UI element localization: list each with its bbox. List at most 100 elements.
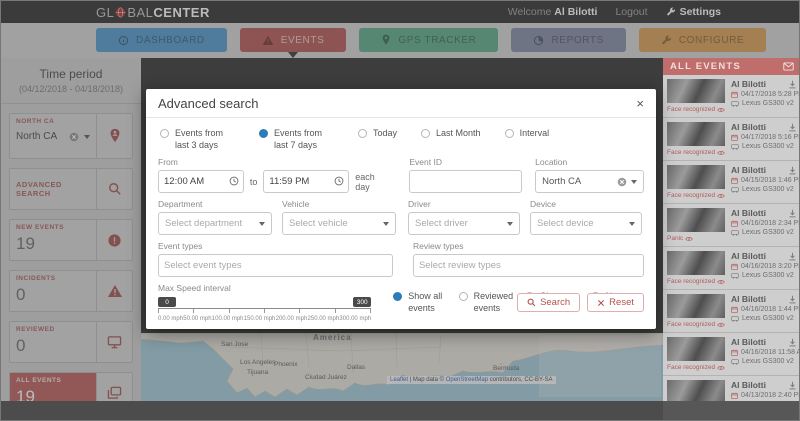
event-list-item[interactable]: Face recognized Al Bilotti 04/17/2018 5:… bbox=[663, 75, 800, 118]
event-id-input[interactable] bbox=[409, 170, 522, 193]
map-label-los-angeles: Los Angeles bbox=[240, 359, 275, 366]
osm-link[interactable]: OpenStreetMap bbox=[446, 377, 488, 383]
slider-max-handle[interactable]: 300 bbox=[353, 297, 371, 307]
time-to-input[interactable] bbox=[263, 170, 349, 193]
download-icon[interactable] bbox=[788, 295, 797, 304]
new-events-count: 19 bbox=[16, 234, 90, 254]
speed-slider[interactable]: 0 300 bbox=[158, 296, 371, 309]
cross-icon bbox=[597, 299, 605, 307]
sidebar-card-incidents[interactable]: INCIDENTS 0 bbox=[9, 270, 133, 312]
event-driver-name: Al Bilotti bbox=[731, 337, 787, 347]
each-day-label: each day bbox=[355, 172, 389, 192]
event-driver-name: Al Bilotti bbox=[731, 251, 787, 261]
reviewed-count: 0 bbox=[16, 336, 90, 356]
location-label: Location bbox=[535, 157, 644, 167]
clear-circle-icon[interactable] bbox=[69, 132, 79, 142]
download-icon[interactable] bbox=[788, 123, 797, 132]
event-list-item[interactable]: Face recognized Al Bilotti 04/17/2018 5:… bbox=[663, 118, 800, 161]
warning-triangle-icon bbox=[262, 35, 274, 46]
envelope-icon[interactable] bbox=[783, 62, 794, 71]
event-date: 04/16/2018 3:20 PM bbox=[741, 263, 800, 270]
review-types-input[interactable] bbox=[413, 254, 644, 277]
event-thumbnail[interactable] bbox=[667, 294, 725, 318]
event-driver-name: Al Bilotti bbox=[731, 294, 787, 304]
tab-gps-tracker[interactable]: GPS TRACKER bbox=[359, 28, 498, 52]
tab-configure[interactable]: CONFIGURE bbox=[639, 28, 766, 52]
close-icon[interactable]: × bbox=[636, 97, 644, 110]
vehicle-icon bbox=[731, 144, 739, 150]
eye-icon bbox=[717, 279, 725, 285]
app-window: GL BALCENTER Welcome Al Bilotti Logout S… bbox=[0, 0, 800, 421]
chevron-down-icon[interactable] bbox=[84, 135, 90, 139]
radio-events-last-3-days[interactable]: Events from last 3 days bbox=[160, 128, 235, 151]
location-select-value[interactable]: North CA bbox=[16, 131, 57, 142]
eye-icon bbox=[717, 322, 725, 328]
event-types-input[interactable] bbox=[158, 254, 393, 277]
eye-icon bbox=[717, 150, 725, 156]
download-icon[interactable] bbox=[788, 80, 797, 89]
chevron-down-icon bbox=[507, 222, 513, 226]
vehicle-icon bbox=[731, 273, 739, 279]
event-thumbnail[interactable] bbox=[667, 337, 725, 361]
logo-text-center: CENTER bbox=[153, 5, 209, 20]
download-icon[interactable] bbox=[788, 381, 797, 390]
radio-interval[interactable]: Interval bbox=[505, 128, 550, 151]
event-thumbnail[interactable] bbox=[667, 79, 725, 103]
event-list-item[interactable]: Face recognized Al Bilotti 04/16/2018 11… bbox=[663, 333, 800, 376]
sidebar-card-reviewed[interactable]: REVIEWED 0 bbox=[9, 321, 133, 363]
vehicle-icon bbox=[731, 101, 739, 107]
event-tag-label: Panic bbox=[667, 235, 683, 242]
driver-select[interactable]: Select driver bbox=[408, 212, 520, 235]
sidebar-card-advanced-search[interactable]: ADVANCED SEARCH bbox=[9, 168, 133, 210]
radio-last-month[interactable]: Last Month bbox=[421, 128, 481, 151]
department-select[interactable]: Select department bbox=[158, 212, 272, 235]
bottom-bar bbox=[1, 401, 800, 421]
calendar-icon bbox=[731, 392, 738, 399]
event-thumbnail[interactable] bbox=[667, 122, 725, 146]
settings-link[interactable]: Settings bbox=[666, 6, 721, 18]
map[interactable]: America San Jose Los Angeles Phoenix Tij… bbox=[141, 333, 663, 401]
tab-events[interactable]: EVENTS bbox=[240, 28, 347, 52]
event-list-item[interactable]: Face recognized Al Bilotti 04/13/2018 2:… bbox=[663, 376, 800, 401]
tab-reports[interactable]: REPORTS bbox=[511, 28, 625, 52]
download-icon[interactable] bbox=[788, 166, 797, 175]
event-list: Face recognized Al Bilotti 04/17/2018 5:… bbox=[663, 75, 800, 401]
event-thumbnail[interactable] bbox=[667, 251, 725, 275]
period-radio-group: Events from last 3 days Events from last… bbox=[160, 128, 644, 151]
reviewed-label: REVIEWED bbox=[16, 326, 90, 333]
vehicle-select[interactable]: Select vehicle bbox=[282, 212, 396, 235]
device-select[interactable]: Select device bbox=[530, 212, 642, 235]
search-button[interactable]: Search bbox=[517, 293, 580, 312]
event-thumbnail[interactable] bbox=[667, 208, 725, 232]
event-vehicle: Lexus GS300 v2 bbox=[742, 315, 794, 322]
download-icon[interactable] bbox=[788, 338, 797, 347]
sidebar-card-new-events[interactable]: NEW EVENTS 19 bbox=[9, 219, 133, 261]
sidebar-card-location[interactable]: NORTH CA North CA bbox=[9, 113, 133, 159]
reset-button[interactable]: Reset bbox=[587, 293, 644, 312]
leaflet-link[interactable]: Leaflet bbox=[390, 377, 408, 383]
map-label-phoenix: Phoenix bbox=[274, 361, 298, 368]
event-list-item[interactable]: Face recognized Al Bilotti 04/15/2018 1:… bbox=[663, 161, 800, 204]
map-label-tijuana: Tijuana bbox=[247, 369, 268, 376]
slider-min-handle[interactable]: 0 bbox=[158, 297, 176, 307]
event-vehicle: Lexus GS300 v2 bbox=[742, 100, 794, 107]
event-thumbnail[interactable] bbox=[667, 380, 725, 401]
event-list-item[interactable]: Face recognized Al Bilotti 04/16/2018 1:… bbox=[663, 290, 800, 333]
radio-events-last-7-days[interactable]: Events from last 7 days bbox=[259, 128, 334, 151]
event-date: 04/13/2018 2:40 PM bbox=[741, 392, 800, 399]
pie-chart-icon bbox=[533, 35, 544, 46]
clear-circle-icon[interactable] bbox=[617, 177, 627, 187]
event-list-item[interactable]: Face recognized Al Bilotti 04/16/2018 3:… bbox=[663, 247, 800, 290]
download-icon[interactable] bbox=[788, 209, 797, 218]
radio-today[interactable]: Today bbox=[358, 128, 397, 151]
radio-show-all-events[interactable]: Show all events bbox=[393, 291, 446, 322]
location-select[interactable]: North CA bbox=[535, 170, 644, 193]
vehicle-icon bbox=[731, 316, 739, 322]
logout-link[interactable]: Logout bbox=[615, 6, 647, 18]
event-list-item[interactable]: Panic Al Bilotti 04/16/2018 2:34 PM Lexu… bbox=[663, 204, 800, 247]
radio-reviewed-events[interactable]: Reviewed events bbox=[459, 291, 514, 322]
time-from-input[interactable] bbox=[158, 170, 244, 193]
download-icon[interactable] bbox=[788, 252, 797, 261]
tab-dashboard[interactable]: DASHBOARD bbox=[96, 28, 227, 52]
event-thumbnail[interactable] bbox=[667, 165, 725, 189]
